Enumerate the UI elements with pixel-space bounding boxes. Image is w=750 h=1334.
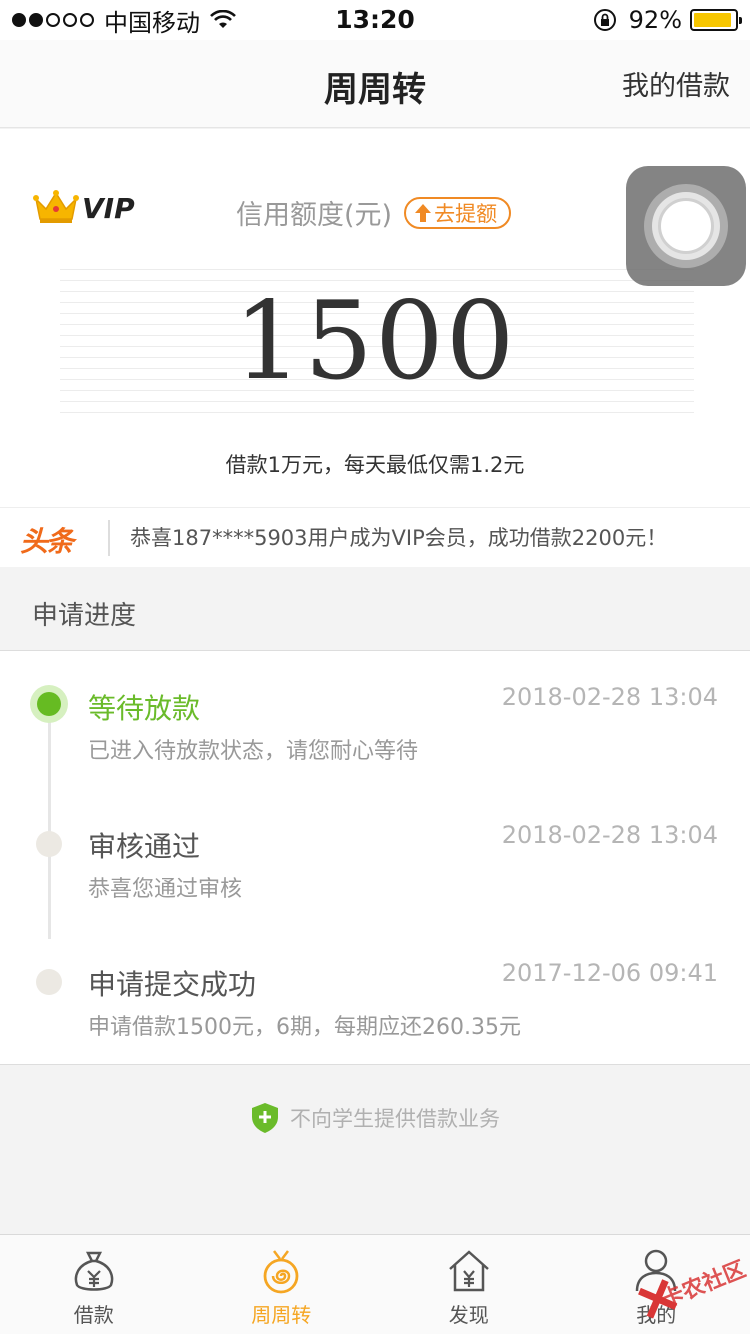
my-loans-button[interactable]: 我的借款	[622, 64, 730, 103]
step-title: 等待放款	[88, 692, 201, 725]
tab-label: 发现	[448, 1303, 489, 1327]
news-text: 恭喜187****5903用户成为VIP会员，成功借款2200元！	[130, 526, 668, 550]
progress-header: 申请进度	[0, 567, 750, 651]
shield-icon	[252, 1103, 278, 1133]
step-time: 2017-12-06 09:41	[501, 959, 718, 987]
vip-label: VIP	[82, 192, 135, 225]
credit-limit-label: 信用额度(元)	[236, 200, 393, 231]
tab-label: 借款	[73, 1303, 114, 1327]
news-ticker[interactable]: 头条 恭喜187****5903用户成为VIP会员，成功借款2200元！	[0, 507, 750, 567]
status-bar: 中国移动 13:20 92%	[0, 0, 750, 40]
notice-text: 不向学生提供借款业务	[290, 1107, 500, 1131]
progress-timeline: 等待放款 已进入待放款状态，请您耐心等待 2018-02-28 13:04 审核…	[0, 651, 750, 1065]
assistive-touch-button[interactable]	[626, 166, 746, 286]
step-time: 2018-02-28 13:04	[501, 821, 718, 849]
battery-icon	[690, 9, 742, 31]
vip-badge: VIP	[32, 189, 135, 225]
tab-discover[interactable]: 发现	[375, 1235, 563, 1334]
watermark-text: 卡农社区	[658, 1257, 750, 1314]
raise-limit-button[interactable]: 去提额	[404, 196, 512, 229]
tab-loan[interactable]: 借款	[0, 1235, 188, 1334]
credit-amount: 1500	[233, 279, 517, 404]
student-notice: 不向学生提供借款业务	[0, 1100, 750, 1136]
status-dot-icon	[36, 831, 62, 857]
headline-logo: 头条	[20, 525, 74, 558]
timeline-step: 等待放款 已进入待放款状态，请您耐心等待 2018-02-28 13:04	[0, 651, 750, 771]
step-title: 审核通过	[88, 830, 201, 863]
navigation-bar: 周周转 我的借款	[0, 40, 750, 128]
house-icon	[448, 1250, 489, 1292]
loan-promo-text: 借款1万元，每天最低仅需1.2元	[225, 453, 525, 477]
rotation-lock-icon	[593, 9, 616, 31]
step-description: 申请借款1500元，6期，每期应还260.35元	[88, 1015, 521, 1040]
arrow-up-icon	[415, 203, 432, 222]
credit-card: VIP 信用额度(元) 去提额 1500 借款1万元，每天最低仅需1.2元	[0, 129, 750, 507]
money-bag-icon	[74, 1251, 114, 1291]
raise-limit-label: 去提额	[434, 201, 498, 226]
crown-icon	[33, 190, 79, 223]
credit-label-row: 信用额度(元) 去提额	[236, 193, 512, 232]
tab-label: 周周转	[251, 1303, 312, 1327]
battery-percentage: 92%	[628, 6, 682, 34]
timeline-step: 申请提交成功 申请借款1500元，6期，每期应还260.35元 2017-12-…	[0, 927, 750, 1047]
spiral-coin-icon	[263, 1250, 299, 1294]
step-time: 2018-02-28 13:04	[501, 683, 718, 711]
step-title: 申请提交成功	[88, 968, 257, 1001]
divider	[108, 520, 110, 556]
status-active-dot-icon	[30, 685, 68, 723]
step-description: 已进入待放款状态，请您耐心等待	[88, 739, 419, 764]
tab-zhouzhouzhuan[interactable]: 周周转	[188, 1235, 376, 1334]
progress-title: 申请进度	[32, 601, 137, 631]
status-right: 92%	[593, 4, 742, 36]
timeline-step: 审核通过 恭喜您通过审核 2018-02-28 13:04	[0, 789, 750, 909]
step-description: 恭喜您通过审核	[88, 877, 243, 902]
status-dot-icon	[36, 969, 62, 995]
